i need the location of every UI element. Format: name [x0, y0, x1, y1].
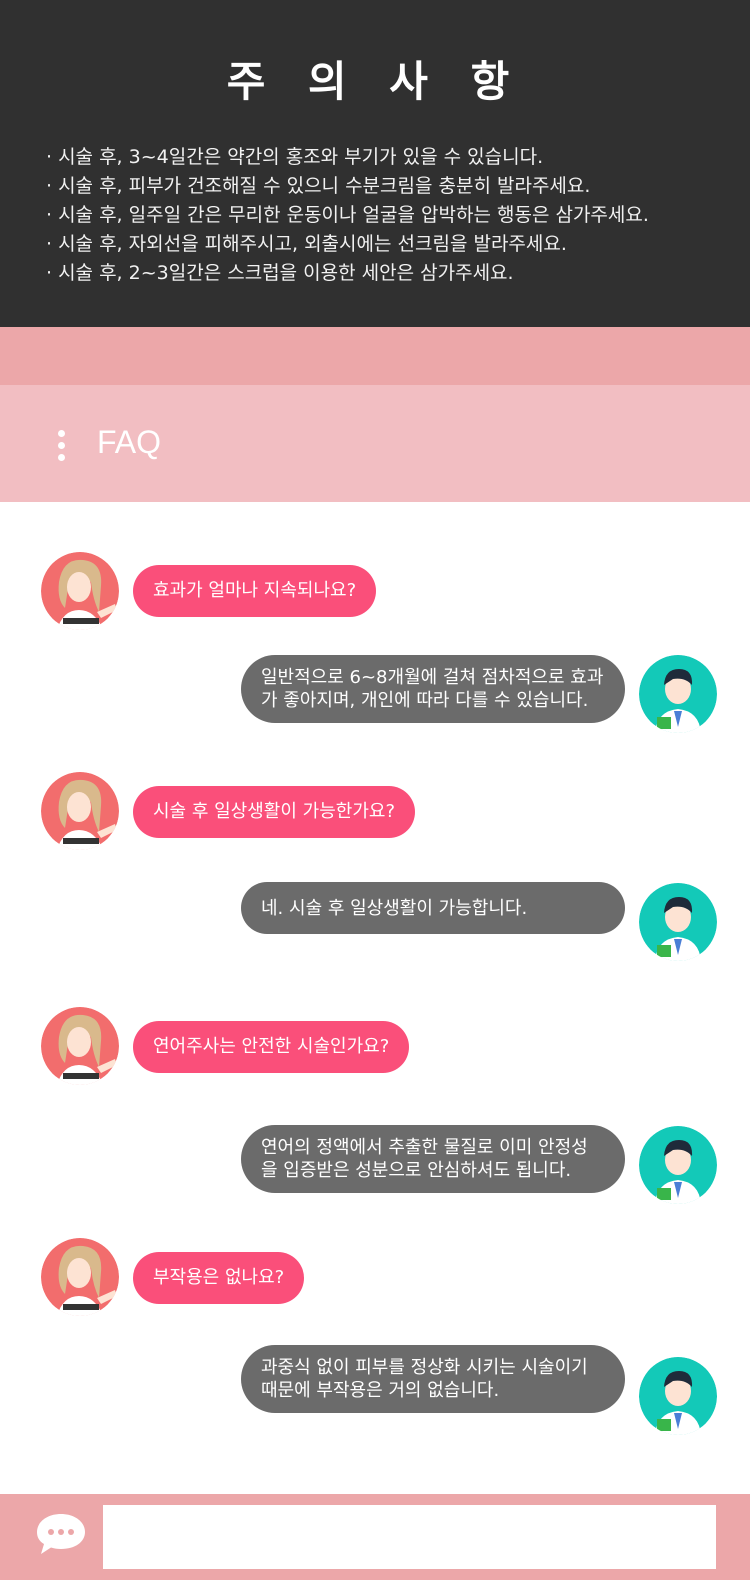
- notice-title: 주 의 사 항: [226, 57, 524, 106]
- faq-title: FAQ: [97, 424, 162, 460]
- answer-line: 가 좋아지며, 개인에 따라 다를 수 있습니다.: [261, 690, 589, 711]
- answer-line: 일반적으로 6~8개월에 걸쳐 점차적으로 효과: [261, 667, 604, 688]
- doctor-avatar-icon: [639, 1126, 717, 1204]
- customer-avatar: [41, 552, 119, 630]
- answer-bubble: 일반적으로 6~8개월에 걸쳐 점차적으로 효과 가 좋아지며, 개인에 따라 …: [241, 655, 625, 723]
- question-bubble: 연어주사는 안전한 시술인가요?: [133, 1021, 410, 1073]
- message-input-bar: [0, 1494, 750, 1580]
- customer-avatar-icon: [41, 1007, 119, 1085]
- faq-chat: 효과가 얼마나 지속되나요? 일반적으로 6~8개월에 걸쳐 점차적으로 효과 …: [0, 502, 750, 1494]
- doctor-avatar: [639, 883, 717, 961]
- divider-band: [0, 327, 750, 385]
- doctor-avatar: [639, 1126, 717, 1204]
- doctor-avatar-icon: [639, 883, 717, 961]
- customer-avatar: [41, 1238, 119, 1316]
- notice-item: · 시술 후, 자외선을 피해주시고, 외출시에는 선크림을 발라주세요.: [46, 233, 567, 255]
- kebab-menu-icon[interactable]: [56, 430, 66, 466]
- answer-line: 을 입증받은 성분으로 안심하셔도 됩니다.: [261, 1160, 572, 1181]
- faq-header: FAQ: [0, 385, 750, 502]
- notice-item: · 시술 후, 피부가 건조해질 수 있으니 수분크림을 충분히 발라주세요.: [46, 175, 591, 197]
- notice-item: · 시술 후, 일주일 간은 무리한 운동이나 얼굴을 압박하는 행동은 삼가주…: [46, 204, 649, 226]
- answer-line: 네. 시술 후 일상생활이 가능합니다.: [261, 897, 528, 919]
- answer-bubble: 네. 시술 후 일상생활이 가능합니다.: [241, 882, 625, 934]
- customer-avatar: [41, 772, 119, 850]
- notice-section: 주 의 사 항 · 시술 후, 3~4일간은 약간의 홍조와 부기가 있을 수 …: [0, 0, 750, 327]
- doctor-avatar: [639, 655, 717, 733]
- notice-item: · 시술 후, 2~3일간은 스크럽을 이용한 세안은 삼가주세요.: [46, 262, 514, 284]
- notice-item: · 시술 후, 3~4일간은 약간의 홍조와 부기가 있을 수 있습니다.: [46, 146, 544, 168]
- customer-avatar-icon: [41, 1238, 119, 1316]
- answer-line: 연어의 정액에서 추출한 물질로 이미 안정성: [261, 1137, 588, 1158]
- answer-bubble: 과중식 없이 피부를 정상화 시키는 시술이기 때문에 부작용은 거의 없습니다…: [241, 1345, 625, 1413]
- doctor-avatar-icon: [639, 655, 717, 733]
- customer-avatar-icon: [41, 772, 119, 850]
- question-bubble: 부작용은 없나요?: [133, 1252, 305, 1304]
- notice-list: · 시술 후, 3~4일간은 약간의 홍조와 부기가 있을 수 있습니다. · …: [46, 143, 726, 288]
- doctor-avatar-icon: [639, 1357, 717, 1435]
- answer-line: 때문에 부작용은 거의 없습니다.: [261, 1380, 500, 1401]
- customer-avatar-icon: [41, 552, 119, 630]
- message-input[interactable]: [103, 1505, 716, 1569]
- doctor-avatar: [639, 1357, 717, 1435]
- customer-avatar: [41, 1007, 119, 1085]
- answer-bubble: 연어의 정액에서 추출한 물질로 이미 안정성 을 입증받은 성분으로 안심하셔…: [241, 1125, 625, 1193]
- question-bubble: 효과가 얼마나 지속되나요?: [133, 565, 377, 617]
- answer-line: 과중식 없이 피부를 정상화 시키는 시술이기: [261, 1357, 588, 1378]
- chat-bubble-icon[interactable]: [35, 1512, 87, 1556]
- question-bubble: 시술 후 일상생활이 가능한가요?: [133, 786, 415, 838]
